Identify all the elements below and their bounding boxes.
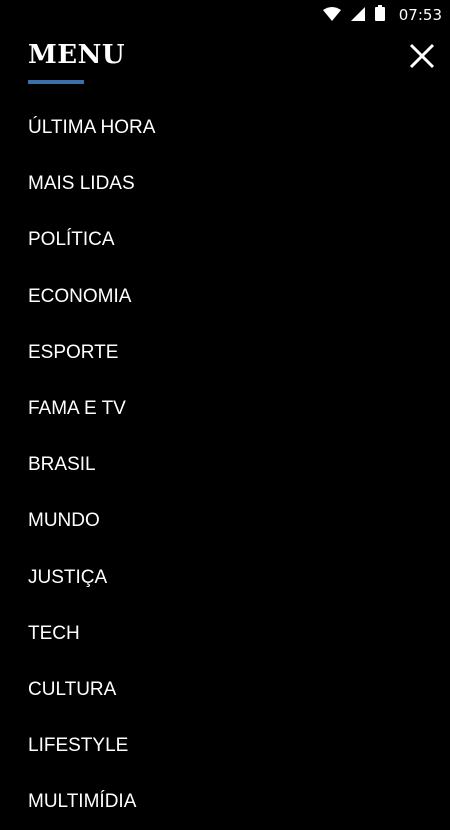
menu-item-multimidia[interactable]: MULTIMÍDIA (0, 774, 450, 830)
battery-icon (374, 5, 385, 25)
menu-item-politica[interactable]: POLÍTICA (0, 212, 450, 268)
menu-item-lifestyle[interactable]: LIFESTYLE (0, 718, 450, 774)
menu-item-esporte[interactable]: ESPORTE (0, 325, 450, 381)
menu-item-cultura[interactable]: CULTURA (0, 662, 450, 718)
menu-item-ultima-hora[interactable]: ÚLTIMA HORA (0, 100, 450, 156)
menu-item-tech[interactable]: TECH (0, 606, 450, 662)
menu-item-economia[interactable]: ECONOMIA (0, 269, 450, 325)
menu-list: ÚLTIMA HORA MAIS LIDAS POLÍTICA ECONOMIA… (0, 100, 450, 830)
menu-item-brasil[interactable]: BRASIL (0, 437, 450, 493)
menu-item-mais-lidas[interactable]: MAIS LIDAS (0, 156, 450, 212)
close-button[interactable] (406, 40, 438, 72)
menu-title: MENU (28, 40, 126, 70)
status-time: 07:53 (398, 6, 442, 24)
menu-item-justica[interactable]: JUSTIÇA (0, 550, 450, 606)
status-bar: 07:53 (0, 0, 450, 30)
close-icon (409, 43, 435, 69)
signal-icon (350, 6, 365, 25)
wifi-icon (322, 6, 341, 25)
menu-item-fama-e-tv[interactable]: FAMA E TV (0, 381, 450, 437)
menu-title-underline (28, 80, 84, 84)
menu-item-mundo[interactable]: MUNDO (0, 493, 450, 549)
